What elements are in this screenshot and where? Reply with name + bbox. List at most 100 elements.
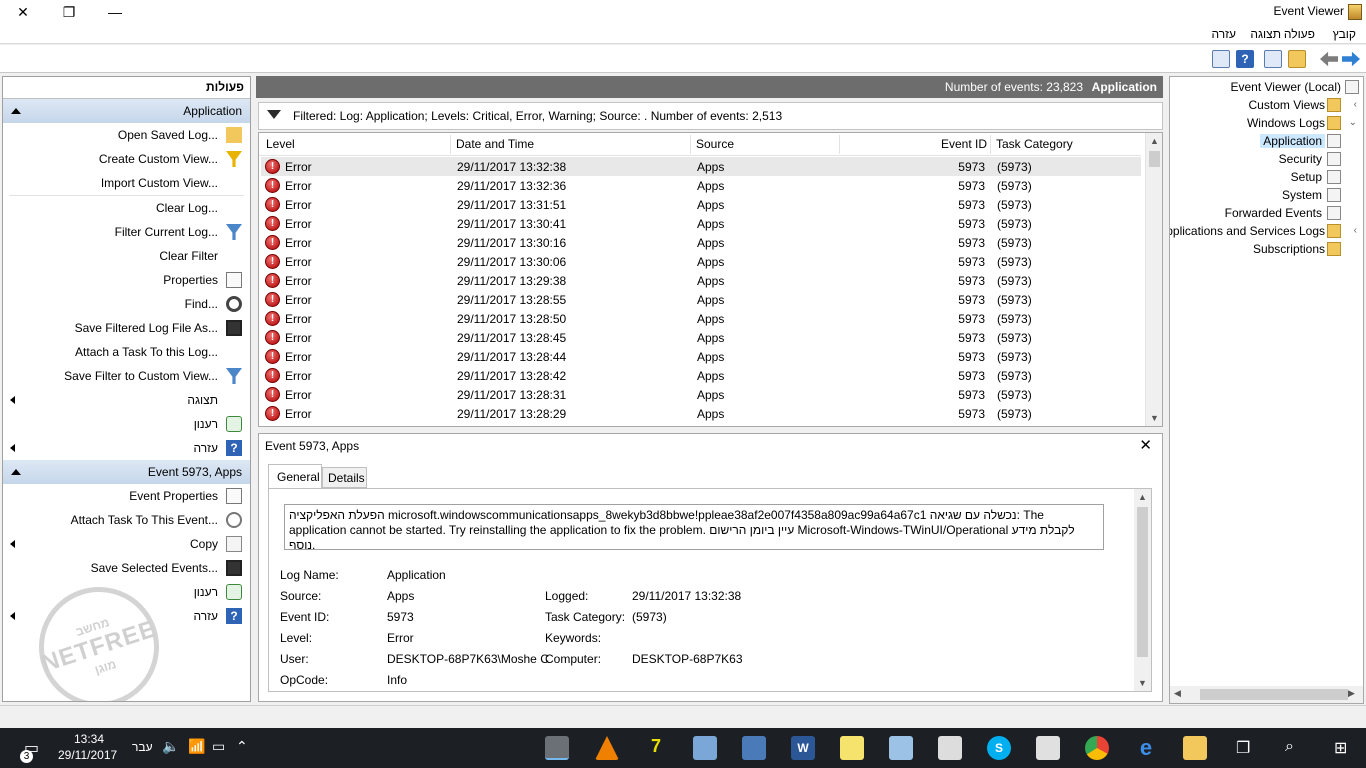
tree-system[interactable]: System <box>1282 188 1322 202</box>
vlc-icon[interactable] <box>595 736 619 760</box>
folder-up-icon[interactable] <box>1288 50 1306 68</box>
action-attach-task-log[interactable]: Attach a Task To this Log... <box>3 340 250 364</box>
table-row[interactable]: ! Error 29/11/2017 13:31:51 Apps 5973 (5973) <box>261 195 1141 214</box>
grid-scrollbar[interactable]: ▲ ▼ <box>1145 133 1162 426</box>
collapse-icon[interactable] <box>11 469 21 475</box>
table-row[interactable]: ! Error 29/11/2017 13:28:29 Apps 5973 (5973) <box>261 404 1141 423</box>
tree-setup[interactable]: Setup <box>1291 170 1322 184</box>
action-save-filter-custom-view[interactable]: Save Filter to Custom View... <box>3 364 250 388</box>
column-task-category[interactable]: Task Category <box>996 137 1073 151</box>
clock-date[interactable]: 29/11/2017 <box>58 748 117 762</box>
column-event-id[interactable]: Event ID <box>941 137 987 151</box>
menu-file[interactable]: קובץ <box>1333 27 1356 41</box>
column-source[interactable]: Source <box>696 137 734 151</box>
table-row[interactable]: ! Error 29/11/2017 13:32:38 Apps 5973 (5973) <box>261 157 1141 176</box>
collapse-icon[interactable]: ⌄ <box>1349 117 1357 128</box>
action-clear-log[interactable]: Clear Log... <box>3 196 250 220</box>
action-create-custom-view[interactable]: Create Custom View... <box>3 147 250 171</box>
show-hidden-icons[interactable]: ⌃ <box>236 738 248 755</box>
expand-icon[interactable]: ‹ <box>1354 99 1357 110</box>
tree-subscriptions[interactable]: Subscriptions <box>1253 242 1325 256</box>
tree-app-services-logs[interactable]: Applications and Services Logs <box>1170 224 1325 238</box>
back-icon[interactable] <box>1320 51 1338 67</box>
notepad-icon[interactable] <box>889 736 913 760</box>
volume-icon[interactable]: 🔈 <box>162 738 179 755</box>
edge-icon[interactable]: e <box>1134 736 1158 760</box>
expand-icon[interactable]: ‹ <box>1354 225 1357 236</box>
show-tree-icon[interactable] <box>1264 50 1282 68</box>
skype-icon[interactable]: S <box>987 736 1011 760</box>
sticky-notes-icon[interactable] <box>840 736 864 760</box>
action-filter-current-log[interactable]: Filter Current Log... <box>3 220 250 244</box>
menu-action[interactable]: פעולה <box>1284 27 1315 41</box>
action-save-selected-events[interactable]: Save Selected Events... <box>3 556 250 580</box>
computer-tool-icon[interactable] <box>742 736 766 760</box>
tab-details[interactable]: Details <box>322 467 367 488</box>
network-icon[interactable]: 📶 <box>188 738 205 755</box>
tab-general[interactable]: General <box>268 464 322 488</box>
table-row[interactable]: ! Error 29/11/2017 13:28:55 Apps 5973 (5973) <box>261 290 1141 309</box>
collapse-icon[interactable] <box>11 108 21 114</box>
battery-icon[interactable]: ▭ <box>212 738 225 755</box>
column-level[interactable]: Level <box>266 137 295 151</box>
table-row[interactable]: ! Error 29/11/2017 13:28:31 Apps 5973 (5973) <box>261 385 1141 404</box>
event-viewer-taskbar-icon[interactable] <box>545 736 569 760</box>
tree-security[interactable]: Security <box>1279 152 1322 166</box>
scroll-thumb[interactable] <box>1149 151 1160 167</box>
clock-time[interactable]: 13:34 <box>74 732 104 746</box>
table-row[interactable]: ! Error 29/11/2017 13:30:06 Apps 5973 (5973) <box>261 252 1141 271</box>
action-find[interactable]: Find... <box>3 292 250 316</box>
section-event[interactable]: Event 5973, Apps <box>3 460 250 484</box>
menu-view[interactable]: תצוגה <box>1250 27 1281 41</box>
action-help[interactable]: עזרה? <box>3 436 250 460</box>
table-row[interactable]: ! Error 29/11/2017 13:28:44 Apps 5973 (5973) <box>261 347 1141 366</box>
tree-application[interactable]: Application <box>1260 134 1325 148</box>
action-refresh[interactable]: רענון <box>3 412 250 436</box>
file-explorer-icon[interactable] <box>1183 736 1207 760</box>
table-row[interactable]: ! Error 29/11/2017 13:32:36 Apps 5973 (5973) <box>261 176 1141 195</box>
scroll-thumb[interactable] <box>1137 507 1148 657</box>
action-event-properties[interactable]: Event Properties <box>3 484 250 508</box>
action-properties[interactable]: Properties <box>3 268 250 292</box>
windows-start-icon[interactable]: ⊞ <box>1334 738 1347 758</box>
7zip-icon[interactable]: 7 <box>644 736 668 760</box>
help-icon[interactable]: ? <box>1236 50 1254 68</box>
properties-icon[interactable] <box>1212 50 1230 68</box>
store-icon[interactable] <box>1036 736 1060 760</box>
forward-icon[interactable] <box>1342 51 1360 67</box>
table-row[interactable]: ! Error 29/11/2017 13:28:50 Apps 5973 (5973) <box>261 309 1141 328</box>
task-view-icon[interactable]: ❐ <box>1236 738 1250 758</box>
event-description[interactable]: הפעלת האפליקציה microsoft.windowscommuni… <box>284 504 1104 550</box>
action-view[interactable]: תצוגה <box>3 388 250 412</box>
menu-help[interactable]: עזרה <box>1211 27 1236 41</box>
tree-windows-logs[interactable]: Windows Logs <box>1247 116 1325 130</box>
column-date-time[interactable]: Date and Time <box>456 137 534 151</box>
action-clear-filter[interactable]: Clear Filter <box>3 244 250 268</box>
chrome-icon[interactable] <box>1085 736 1109 760</box>
action-open-saved-log[interactable]: Open Saved Log... <box>3 123 250 147</box>
tree-custom-views[interactable]: Custom Views <box>1249 98 1325 112</box>
table-row[interactable]: ! Error 29/11/2017 13:30:41 Apps 5973 (5973) <box>261 214 1141 233</box>
tree-root[interactable]: Event Viewer (Local) <box>1231 80 1342 94</box>
action-attach-task-event[interactable]: Attach Task To This Event... <box>3 508 250 532</box>
language-indicator[interactable]: עבר <box>132 740 153 754</box>
restore-button[interactable]: ❐ <box>46 0 92 24</box>
network-tool-icon[interactable] <box>693 736 717 760</box>
action-import-custom-view[interactable]: Import Custom View... <box>3 171 250 195</box>
scroll-thumb[interactable] <box>1200 689 1348 700</box>
table-row[interactable]: ! Error 29/11/2017 13:29:38 Apps 5973 (5973) <box>261 271 1141 290</box>
close-button[interactable]: ✕ <box>0 0 46 24</box>
action-save-filtered-log[interactable]: Save Filtered Log File As... <box>3 316 250 340</box>
action-copy[interactable]: Copy <box>3 532 250 556</box>
calculator-icon[interactable] <box>938 736 962 760</box>
table-row[interactable]: ! Error 29/11/2017 13:28:42 Apps 5973 (5973) <box>261 366 1141 385</box>
search-icon[interactable]: ⌕ <box>1285 738 1294 756</box>
tree-hscrollbar[interactable]: ◀ ▶ <box>1170 686 1363 703</box>
table-row[interactable]: ! Error 29/11/2017 13:30:16 Apps 5973 (5973) <box>261 233 1141 252</box>
minimize-button[interactable]: — <box>92 0 138 24</box>
close-icon[interactable]: ✕ <box>1139 436 1152 454</box>
table-row[interactable]: ! Error 29/11/2017 13:28:45 Apps 5973 (5973) <box>261 328 1141 347</box>
detail-scrollbar[interactable]: ▲ ▼ <box>1134 489 1151 691</box>
section-application[interactable]: Application <box>3 99 250 123</box>
word-icon[interactable]: W <box>791 736 815 760</box>
